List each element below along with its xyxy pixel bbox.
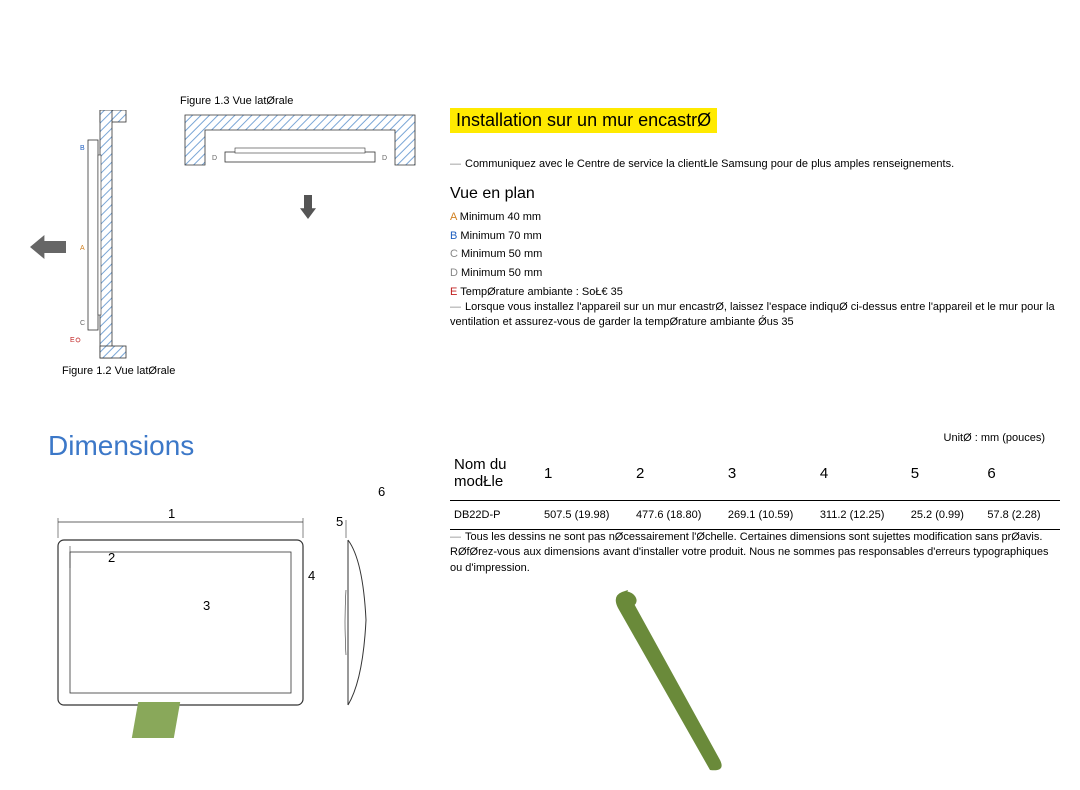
dim-2: 2 [108, 550, 115, 565]
contact-note: ―Communiquez avec le Centre de service l… [450, 158, 1060, 170]
dim-5: 5 [336, 514, 343, 529]
dimensions-diagram: 1 2 3 4 5 6 [48, 480, 398, 720]
td-2: 477.6 (18.80) [632, 501, 724, 530]
dimensions-heading: Dimensions [48, 430, 194, 462]
td-3: 269.1 (10.59) [724, 501, 816, 530]
td-1: 507.5 (19.98) [540, 501, 632, 530]
spec-a: A Minimum 40 mm [450, 208, 623, 227]
spec-d: D Minimum 50 mm [450, 264, 623, 283]
td-6: 57.8 (2.28) [983, 501, 1060, 530]
install-heading: Installation sur un mur encastrØ [450, 108, 717, 133]
table-header-row: Nom du modŁle 1 2 3 4 5 6 [450, 450, 1060, 501]
spec-b: B Minimum 70 mm [450, 227, 623, 246]
th-4: 4 [816, 450, 907, 501]
td-model: DB22D-P [450, 501, 540, 530]
plan-heading: Vue en plan [450, 185, 535, 203]
drawings-note: ―Tous les dessins ne sont pas nØcessaire… [450, 530, 1060, 576]
arrow-down-icon [300, 195, 316, 219]
figure-1-2-caption: Figure 1.2 Vue latØrale [62, 365, 175, 377]
green-decoration-bar [600, 590, 740, 790]
th-model: Nom du modŁle [450, 450, 540, 501]
label-e: E [70, 337, 75, 344]
label-b: B [80, 145, 85, 152]
figure-1-3-caption: Figure 1.3 Vue latØrale [180, 95, 293, 107]
label-a: A [80, 245, 85, 252]
wall-install-note: ―Lorsque vous installez l'appareil sur u… [450, 300, 1060, 331]
dash-icon: ― [450, 530, 461, 545]
dim-6: 6 [378, 484, 385, 499]
left-column: Figure 1.3 Vue latØrale B A C E [0, 0, 400, 763]
dim-4: 4 [308, 568, 315, 583]
figure-1-3-diagram: B A C E [70, 110, 135, 360]
td-5: 25.2 (0.99) [907, 501, 984, 530]
dash-icon: ― [450, 300, 461, 315]
spec-list: A Minimum 40 mm B Minimum 70 mm C Minimu… [450, 208, 623, 301]
th-1: 1 [540, 450, 632, 501]
green-decoration-stub [132, 702, 180, 738]
figure-top-diagram: D D [180, 110, 420, 180]
dash-icon: ― [450, 158, 461, 170]
label-c: C [80, 320, 85, 327]
th-2: 2 [632, 450, 724, 501]
th-3: 3 [724, 450, 816, 501]
th-5: 5 [907, 450, 984, 501]
unit-label: UnitØ : mm (pouces) [944, 432, 1045, 444]
spec-e: E TempØrature ambiante : SoŁ€ 35 [450, 283, 623, 302]
label-d-right: D [382, 155, 387, 162]
dimensions-table: Nom du modŁle 1 2 3 4 5 6 DB22D-P 507.5 … [450, 450, 1060, 530]
th-6: 6 [983, 450, 1060, 501]
spec-c: C Minimum 50 mm [450, 245, 623, 264]
dim-3: 3 [203, 598, 210, 613]
dim-1: 1 [168, 506, 175, 521]
label-d-left: D [212, 155, 217, 162]
table-row: DB22D-P 507.5 (19.98) 477.6 (18.80) 269.… [450, 501, 1060, 530]
td-4: 311.2 (12.25) [816, 501, 907, 530]
arrow-left-icon [30, 235, 66, 259]
